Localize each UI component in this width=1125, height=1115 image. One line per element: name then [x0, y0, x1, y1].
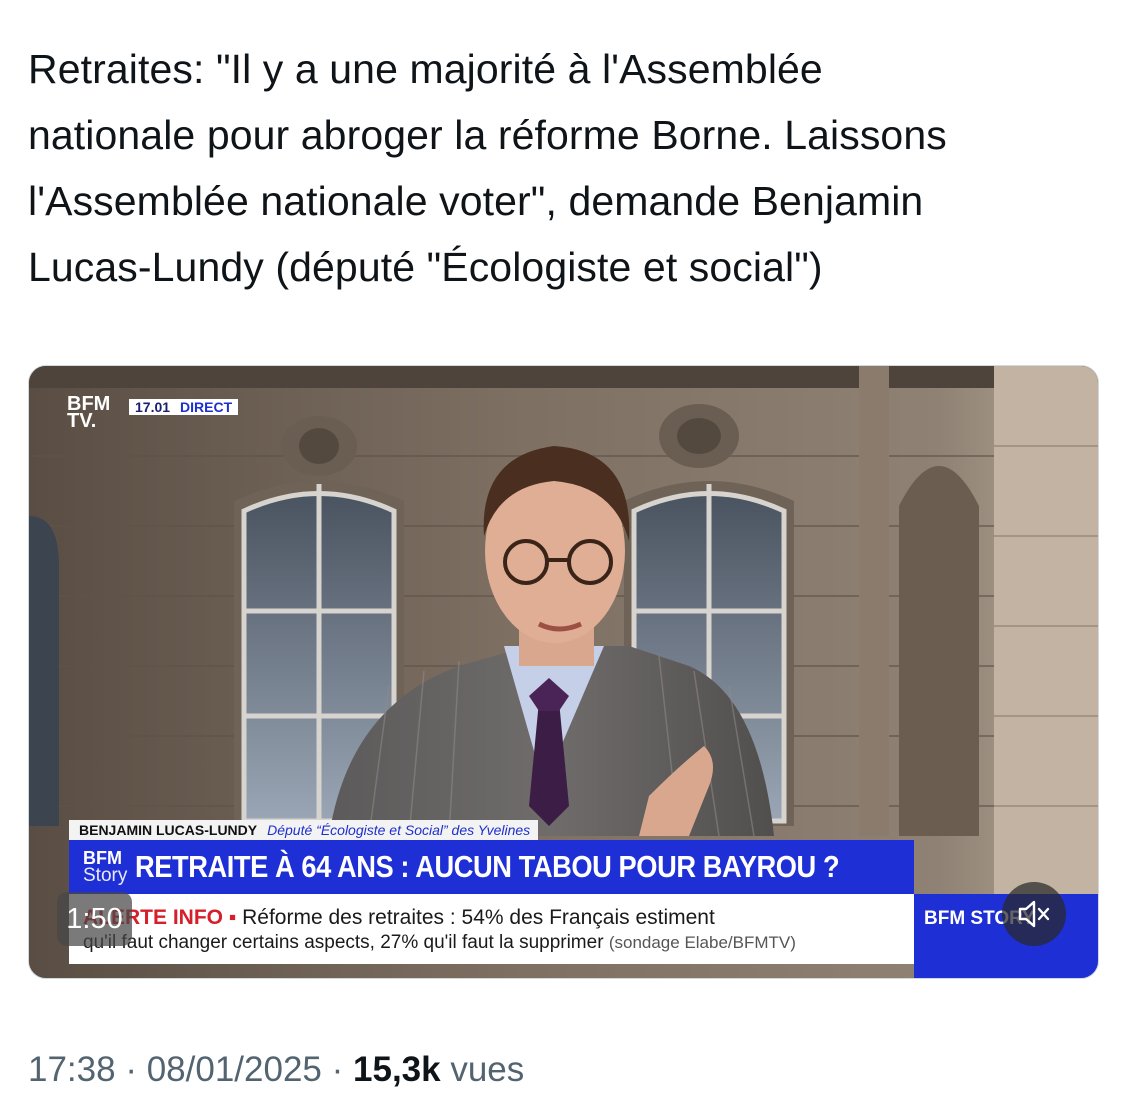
headline-text: RETRAITE À 64 ANS : AUCUN TABOU POUR BAY…	[135, 849, 840, 884]
meta-separator: ·	[125, 1050, 137, 1089]
view-count: 15,3k	[353, 1050, 441, 1089]
ticker-text-2: qu'il faut changer certains aspects, 27%…	[83, 932, 604, 953]
video-duration: 1:50	[57, 892, 132, 946]
live-time: 17.01	[129, 399, 177, 415]
video-player[interactable]: BFM TV. 17.01 DIRECT BENJAMIN LUCAS-LUND…	[28, 365, 1099, 979]
ticker-source: (sondage Elabe/BFMTV)	[608, 933, 796, 952]
bfm-story-logo-line2: Story	[83, 865, 128, 886]
tweet-text-line: Retraites: "Il y a une majorité à l'Asse…	[28, 46, 823, 92]
tweet-metadata: 17:38 · 08/01/2025 · 15,3k vues	[28, 1050, 524, 1090]
speaker-muted-icon	[1018, 900, 1050, 928]
bfm-story-logo: BFM Story	[69, 849, 127, 885]
ticker-line-2: qu'il faut changer certains aspects, 27%…	[83, 932, 796, 954]
bfmtv-logo-line2: TV.	[67, 410, 97, 432]
tweet-time[interactable]: 17:38	[28, 1050, 116, 1089]
tweet-date[interactable]: 08/01/2025	[147, 1050, 322, 1089]
tweet-text-line: l'Assemblée nationale voter", demande Be…	[28, 178, 924, 224]
bfmtv-logo: BFM TV.	[67, 394, 110, 432]
live-indicator: 17.01 DIRECT	[129, 399, 239, 415]
view-label: vues	[450, 1050, 525, 1089]
ticker-line-1: ALERTE INFO ▪ Réforme des retraites : 54…	[83, 906, 715, 930]
meta-separator: ·	[331, 1050, 344, 1089]
live-label: DIRECT	[176, 399, 239, 415]
speaker-role: Député “Écologiste et Social” des Yvelin…	[267, 822, 531, 838]
ticker-text-1: Réforme des retraites : 54% des Français…	[242, 906, 715, 929]
speaker-name: BENJAMIN LUCAS-LUNDY	[79, 822, 258, 838]
news-ticker: ALERTE INFO ▪ Réforme des retraites : 54…	[69, 894, 914, 964]
headline-banner: BFM Story RETRAITE À 64 ANS : AUCUN TABO…	[69, 840, 914, 894]
tweet-text-line: Lucas-Lundy (député "Écologiste et socia…	[28, 244, 823, 290]
mute-button[interactable]	[1002, 882, 1066, 946]
speaker-caption: BENJAMIN LUCAS-LUNDY Député “Écologiste …	[69, 820, 539, 840]
tweet-text: Retraites: "Il y a une majorité à l'Asse…	[28, 36, 1103, 300]
tweet-text-line: nationale pour abroger la réforme Borne.…	[28, 112, 947, 158]
